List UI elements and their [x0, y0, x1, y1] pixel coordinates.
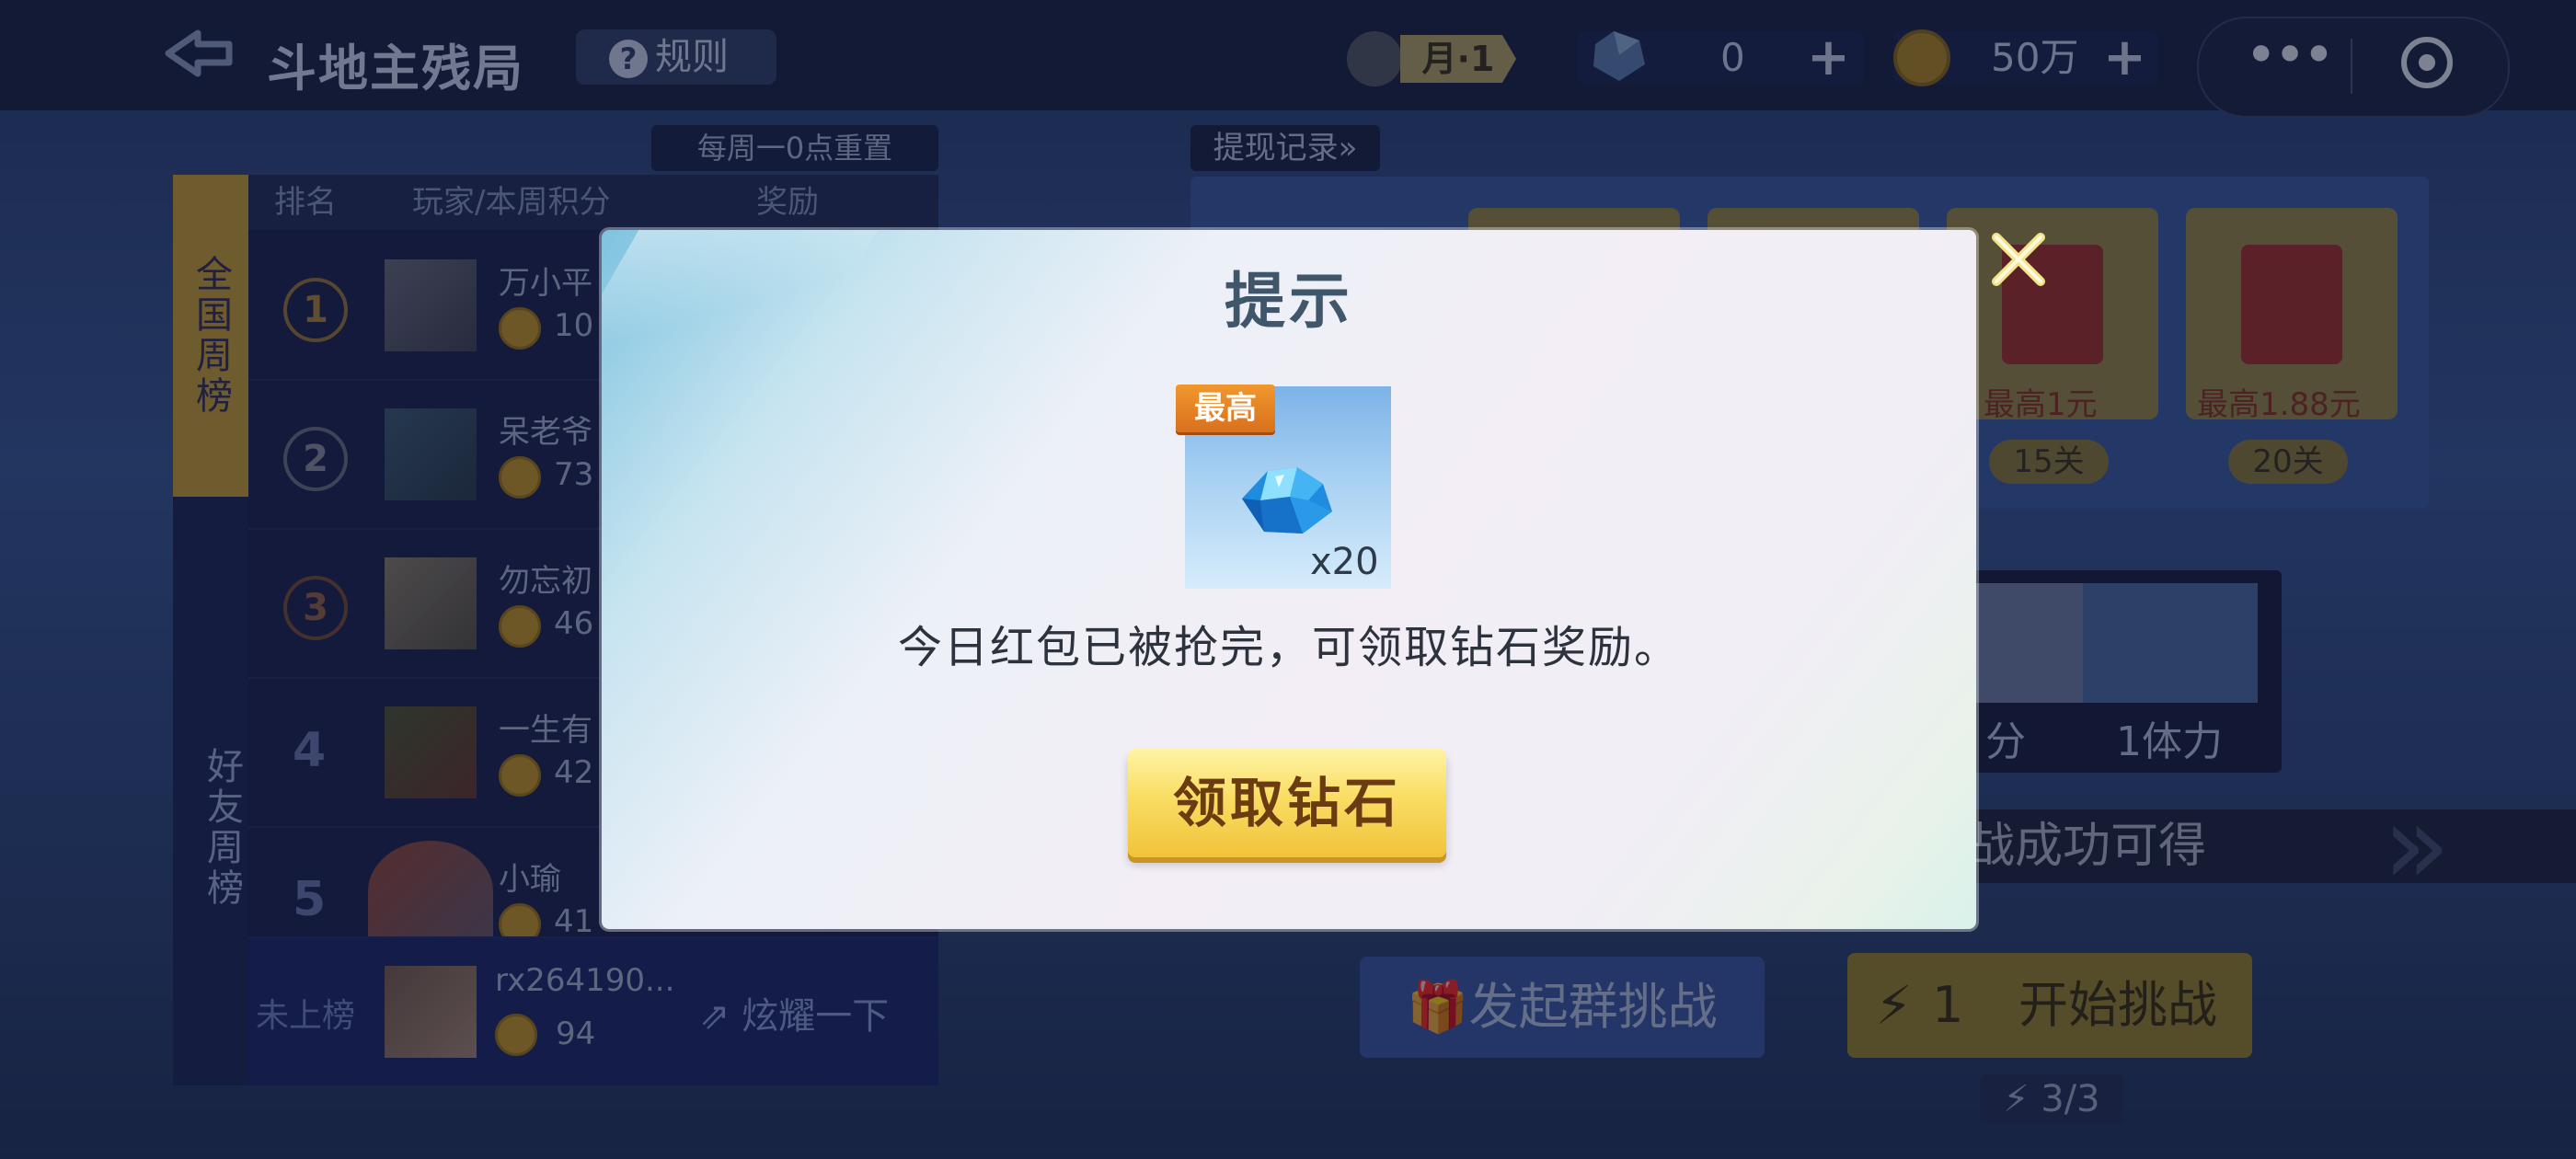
dialog-title: 提示 [1225, 266, 1353, 337]
reward-quantity: x20 [1310, 541, 1379, 583]
max-badge: 最高 [1176, 384, 1275, 432]
close-icon[interactable] [1985, 226, 2052, 293]
dialog-message: 今日红包已被抢完，可领取钻石奖励。 [897, 622, 1680, 673]
claim-diamond-button[interactable]: 领取钻石 [1128, 749, 1446, 857]
notice-dialog: 提示 最高 x20 今日红包已被抢完，可领取钻石奖励。 领取钻石 [602, 230, 1976, 929]
diamond-icon [1224, 443, 1352, 545]
